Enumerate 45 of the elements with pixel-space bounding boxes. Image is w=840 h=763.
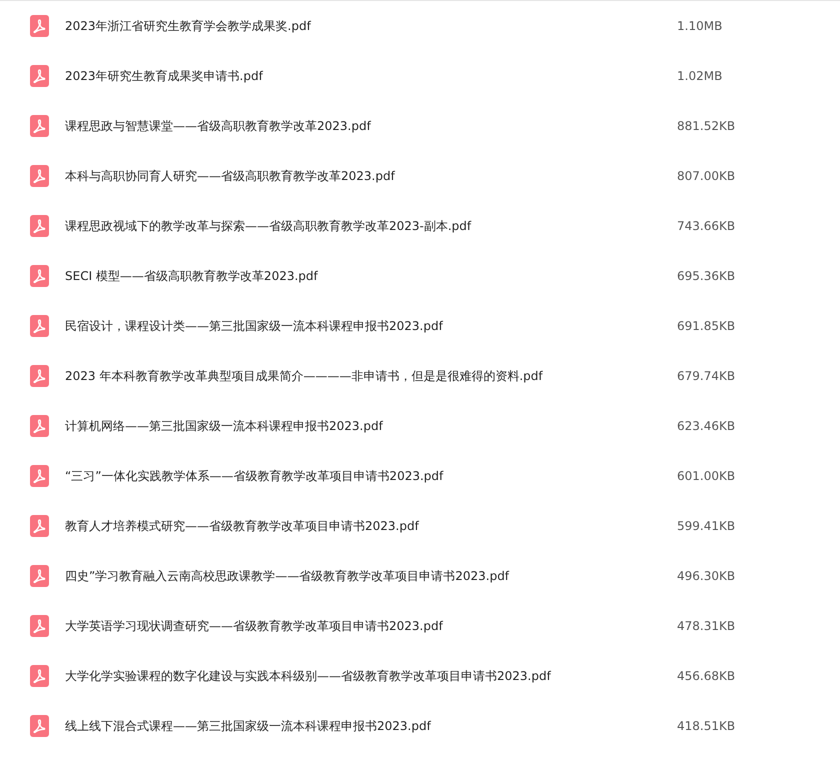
file-name[interactable]: 本科与高职协同育人研究——省级高职教育教学改革2023.pdf (65, 167, 665, 185)
file-size: 599.41KB (677, 518, 736, 535)
file-size: 496.30KB (677, 568, 736, 585)
file-size: 456.68KB (677, 668, 736, 685)
pdf-file-icon (30, 115, 49, 137)
file-name[interactable]: 教育人才培养模式研究——省级教育教学改革项目申请书2023.pdf (65, 517, 665, 535)
file-size: 418.51KB (677, 718, 736, 735)
pdf-file-icon (30, 715, 49, 737)
file-name[interactable]: 四史”学习教育融入云南高校思政课教学——省级教育教学改革项目申请书2023.pdf (65, 567, 665, 585)
file-name[interactable]: SECI 模型——省级高职教育教学改革2023.pdf (65, 267, 665, 285)
file-name[interactable]: 课程思政视域下的教学改革与探索——省级高职教育教学改革2023-副本.pdf (65, 217, 665, 235)
pdf-file-icon (30, 65, 49, 87)
file-size: 1.10MB (677, 18, 722, 35)
file-name[interactable]: 大学英语学习现状调查研究——省级教育教学改革项目申请书2023.pdf (65, 617, 665, 635)
file-size: 881.52KB (677, 118, 736, 135)
file-name[interactable]: 大学化学实验课程的数字化建设与实践本科级别——省级教育教学改革项目申请书2023.pdf (65, 667, 665, 685)
file-name[interactable]: 线上线下混合式课程——第三批国家级一流本科课程申报书2023.pdf (65, 717, 665, 735)
file-name[interactable]: 2023年研究生教育成果奖申请书.pdf (65, 67, 665, 85)
file-name[interactable]: 民宿设计，课程设计类——第三批国家级一流本科课程申报书2023.pdf (65, 317, 665, 335)
pdf-file-icon (30, 15, 49, 37)
file-name[interactable]: “三习”一体化实践教学体系——省级教育教学改革项目申请书2023.pdf (65, 467, 665, 485)
pdf-file-icon (30, 615, 49, 637)
file-size: 478.31KB (677, 618, 736, 635)
file-size: 691.85KB (677, 318, 736, 335)
file-size: 695.36KB (677, 268, 736, 285)
pdf-file-icon (30, 265, 49, 287)
pdf-file-icon (30, 365, 49, 387)
pdf-file-icon (30, 465, 49, 487)
file-name[interactable]: 2023 年本科教育教学改革典型项目成果简介————非申请书，但是是很难得的资料.pdf (65, 367, 665, 385)
pdf-file-icon (30, 315, 49, 337)
file-name[interactable]: 课程思政与智慧课堂——省级高职教育教学改革2023.pdf (65, 117, 665, 135)
pdf-file-icon (30, 165, 49, 187)
pdf-file-icon (30, 515, 49, 537)
pdf-file-icon (30, 215, 49, 237)
file-size: 623.46KB (677, 418, 736, 435)
file-name[interactable]: 2023年浙江省研究生教育学会教学成果奖.pdf (65, 17, 665, 35)
file-size: 743.66KB (677, 218, 736, 235)
file-size: 807.00KB (677, 168, 736, 185)
file-size: 679.74KB (677, 368, 736, 385)
file-name[interactable]: 计算机网络——第三批国家级一流本科课程申报书2023.pdf (65, 417, 665, 435)
pdf-file-icon (30, 565, 49, 587)
file-size: 1.02MB (677, 68, 722, 85)
pdf-file-icon (30, 665, 49, 687)
pdf-file-icon (30, 415, 49, 437)
file-size: 601.00KB (677, 468, 736, 485)
